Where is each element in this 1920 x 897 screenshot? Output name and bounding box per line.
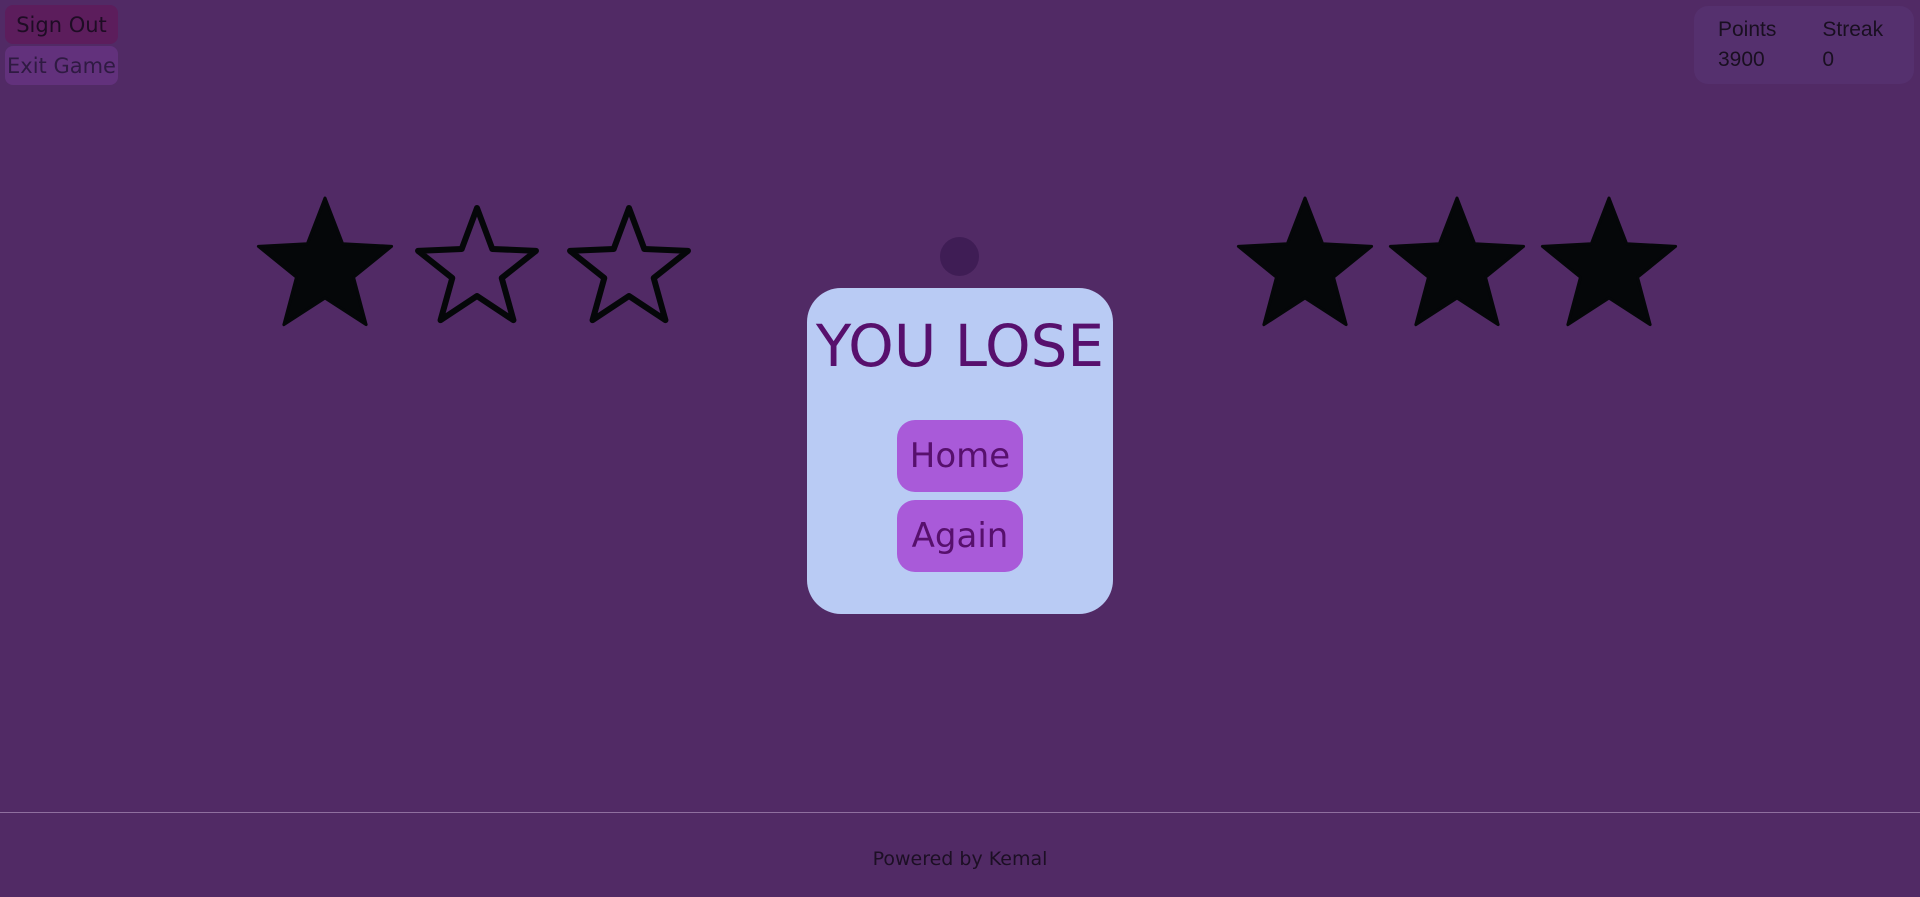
- empty-star-icon: [559, 192, 699, 332]
- star-shape: [256, 196, 394, 327]
- home-button[interactable]: Home: [897, 420, 1023, 492]
- filled-star-icon: [1235, 192, 1375, 332]
- exit-game-button[interactable]: Exit Game: [5, 46, 118, 85]
- filled-star-icon: [1387, 192, 1527, 332]
- game-screen: Sign Out Exit Game Points 3900 Streak 0 …: [0, 0, 1920, 897]
- result-card: YOU LOSE Home Again: [807, 288, 1113, 614]
- turn-indicator: [940, 237, 979, 276]
- points-label: Points: [1718, 18, 1777, 41]
- player-star-2: [415, 205, 539, 324]
- star-shape: [415, 205, 539, 324]
- player-star-1: [256, 196, 394, 327]
- opponent-star-1: [1236, 196, 1374, 327]
- result-title: YOU LOSE: [815, 312, 1105, 380]
- scoreboard: Points 3900 Streak 0: [1694, 6, 1914, 84]
- empty-star-icon: [407, 192, 547, 332]
- points-value: 3900: [1718, 48, 1765, 71]
- star-shape: [567, 205, 691, 324]
- opponent-star-3: [1540, 196, 1678, 327]
- opponent-star-rating: [1235, 192, 1679, 332]
- star-shape: [1388, 196, 1526, 327]
- player-star-rating: [255, 192, 699, 332]
- streak-column: Streak 0: [1822, 18, 1883, 84]
- play-again-button[interactable]: Again: [897, 500, 1023, 572]
- points-column: Points 3900: [1718, 18, 1776, 84]
- star-shape: [1236, 196, 1374, 327]
- player-star-3: [567, 205, 691, 324]
- streak-label: Streak: [1822, 18, 1884, 41]
- sign-out-button[interactable]: Sign Out: [5, 5, 118, 44]
- star-shape: [1540, 196, 1678, 327]
- filled-star-icon: [1539, 192, 1679, 332]
- filled-star-icon: [255, 192, 395, 332]
- opponent-star-2: [1388, 196, 1526, 327]
- streak-value: 0: [1822, 48, 1835, 71]
- footer-credit: Powered by Kemal: [872, 848, 1048, 870]
- footer-divider: [0, 812, 1920, 813]
